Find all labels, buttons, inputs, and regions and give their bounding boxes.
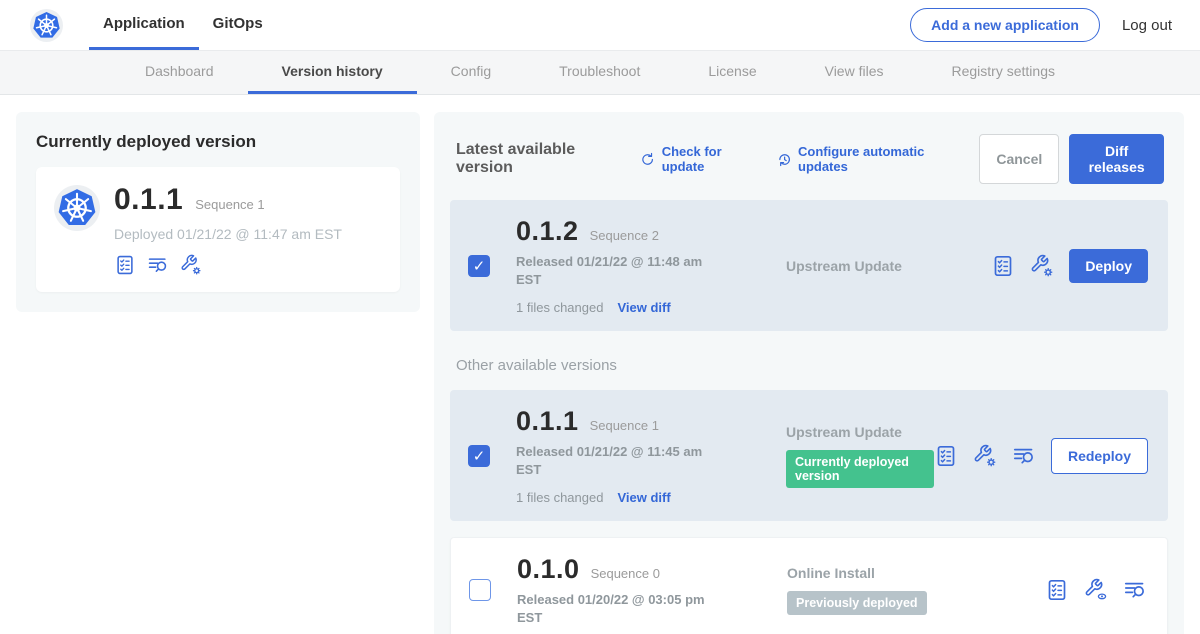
version-info: 0.1.1 Sequence 1 Released 01/21/22 @ 11:… <box>516 406 728 505</box>
deployed-version-number: 0.1.1 <box>114 183 183 217</box>
add-new-application-button[interactable]: Add a new application <box>910 8 1100 42</box>
release-notes-icon[interactable] <box>934 444 958 468</box>
subnav-item-dashboard[interactable]: Dashboard <box>111 51 248 94</box>
refresh-icon <box>640 151 655 168</box>
currently-deployed-badge: Currently deployed version <box>786 450 934 488</box>
version-checkbox[interactable]: ✓ <box>468 255 490 277</box>
files-changed-label: 1 files changed <box>516 490 603 505</box>
release-notes-icon[interactable] <box>114 254 136 276</box>
version-row-0-1-0: 0.1.0 Sequence 0 Released 01/20/22 @ 03:… <box>450 537 1168 634</box>
version-checkbox[interactable] <box>469 579 491 601</box>
diff-releases-button[interactable]: Diff releases <box>1069 134 1164 184</box>
source-label: Online Install <box>787 565 1045 581</box>
check-for-update-label: Check for update <box>662 144 757 174</box>
edit-config-icon[interactable] <box>180 254 202 276</box>
version-sequence: Sequence 2 <box>590 228 659 243</box>
version-number: 0.1.2 <box>516 216 579 247</box>
version-row-0-1-1: ✓ 0.1.1 Sequence 1 Released 01/21/22 @ 1… <box>450 390 1168 521</box>
kubernetes-logo-icon <box>54 185 100 231</box>
top-nav: Application GitOps <box>89 0 277 50</box>
edit-config-icon[interactable] <box>1030 254 1054 278</box>
version-source: Upstream Update Currently deployed versi… <box>728 424 934 488</box>
view-files-icon[interactable] <box>1012 444 1036 468</box>
source-label: Upstream Update <box>786 258 991 274</box>
version-checkbox[interactable]: ✓ <box>468 445 490 467</box>
kubernetes-logo-icon <box>30 9 63 42</box>
version-info: 0.1.2 Sequence 2 Released 01/21/22 @ 11:… <box>516 216 728 315</box>
currently-deployed-title: Currently deployed version <box>36 132 400 152</box>
version-number: 0.1.0 <box>517 554 580 585</box>
edit-config-icon[interactable] <box>973 444 997 468</box>
version-source: Online Install Previously deployed <box>729 565 1045 615</box>
version-sequence: Sequence 0 <box>591 566 660 581</box>
main-content: Currently deployed version 0.1.1 Sequenc… <box>0 95 1200 634</box>
released-timestamp: Released 01/21/22 @ 11:48 am EST <box>516 253 716 288</box>
deployed-version-sequence: Sequence 1 <box>195 197 264 212</box>
deployed-version-card: 0.1.1 Sequence 1 Deployed 01/21/22 @ 11:… <box>36 167 400 292</box>
auto-update-icon <box>777 151 792 168</box>
view-files-icon[interactable] <box>147 254 169 276</box>
top-tab-application[interactable]: Application <box>89 0 199 50</box>
version-number: 0.1.1 <box>516 406 579 437</box>
cancel-button[interactable]: Cancel <box>979 134 1059 184</box>
configure-automatic-updates-label: Configure automatic updates <box>798 144 959 174</box>
release-notes-icon[interactable] <box>991 254 1015 278</box>
subnav-item-view-files[interactable]: View files <box>791 51 918 94</box>
version-actions: Redeploy <box>934 438 1148 474</box>
top-bar: Application GitOps Add a new application… <box>0 0 1200 50</box>
source-label: Upstream Update <box>786 424 934 440</box>
version-info: 0.1.0 Sequence 0 Released 01/20/22 @ 03:… <box>517 554 729 626</box>
view-diff-link[interactable]: View diff <box>617 300 670 315</box>
deploy-button[interactable]: Deploy <box>1069 249 1148 283</box>
previously-deployed-badge: Previously deployed <box>787 591 927 615</box>
redeploy-button[interactable]: Redeploy <box>1051 438 1148 474</box>
other-available-versions-title: Other available versions <box>456 357 1168 374</box>
latest-available-title: Latest available version <box>456 141 618 177</box>
available-versions-header: Latest available version Check for updat… <box>450 128 1168 184</box>
deployed-version-details: 0.1.1 Sequence 1 Deployed 01/21/22 @ 11:… <box>114 183 342 276</box>
version-actions: Deploy <box>991 249 1148 283</box>
version-row-0-1-2: ✓ 0.1.2 Sequence 2 Released 01/21/22 @ 1… <box>450 200 1168 331</box>
configure-automatic-updates-link[interactable]: Configure automatic updates <box>777 144 960 174</box>
logout-button[interactable]: Log out <box>1122 17 1172 34</box>
currently-deployed-panel: Currently deployed version 0.1.1 Sequenc… <box>16 112 420 312</box>
released-timestamp: Released 01/21/22 @ 11:45 am EST <box>516 443 716 478</box>
deployed-timestamp: Deployed 01/21/22 @ 11:47 am EST <box>114 226 342 242</box>
version-actions <box>1045 578 1147 602</box>
subnav-item-license[interactable]: License <box>674 51 790 94</box>
release-notes-icon[interactable] <box>1045 578 1069 602</box>
subnav-item-version-history[interactable]: Version history <box>248 51 417 94</box>
subnav-item-troubleshoot[interactable]: Troubleshoot <box>525 51 674 94</box>
released-timestamp: Released 01/20/22 @ 03:05 pm EST <box>517 591 717 626</box>
top-tab-gitops[interactable]: GitOps <box>199 0 277 50</box>
version-source: Upstream Update <box>728 258 991 274</box>
view-config-icon[interactable] <box>1084 578 1108 602</box>
app-subnav: Dashboard Version history Config Trouble… <box>0 50 1200 95</box>
check-for-update-link[interactable]: Check for update <box>640 144 756 174</box>
files-changed-label: 1 files changed <box>516 300 603 315</box>
available-versions-panel: Latest available version Check for updat… <box>434 112 1184 634</box>
view-diff-link[interactable]: View diff <box>617 490 670 505</box>
subnav-item-config[interactable]: Config <box>417 51 525 94</box>
subnav-item-registry-settings[interactable]: Registry settings <box>918 51 1089 94</box>
view-files-icon[interactable] <box>1123 578 1147 602</box>
version-sequence: Sequence 1 <box>590 418 659 433</box>
